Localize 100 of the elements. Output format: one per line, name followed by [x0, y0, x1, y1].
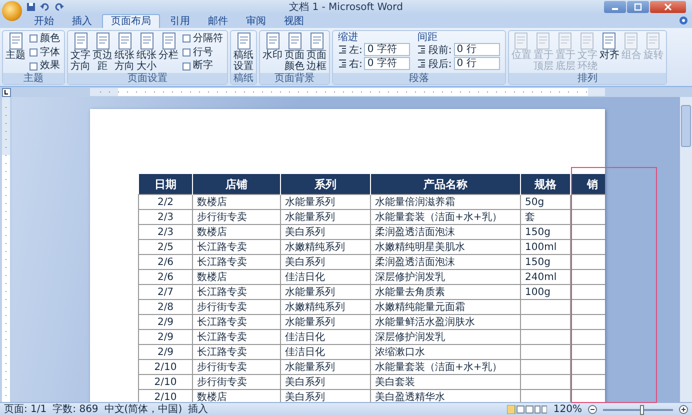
table-cell: 2/8 — [157, 302, 174, 313]
table-cell: 浓缩漱口水 — [375, 347, 425, 358]
field-label: 段后: — [428, 58, 452, 71]
zoom-in-icon[interactable] — [679, 405, 688, 414]
table-cell: 柔润盈透洁面泡沫 — [375, 257, 455, 268]
column-header: 日期 — [138, 174, 192, 195]
ribbon-tab[interactable]: 视图 — [276, 14, 312, 28]
ribbon-tab[interactable]: 页面布局 — [102, 14, 160, 28]
group-label: 排列 — [508, 73, 666, 84]
ribbon-button[interactable]: 对齐 — [598, 32, 620, 74]
table-cell: 长江路专卖 — [197, 332, 247, 344]
table-cell: 长江路专卖 — [197, 317, 247, 328]
table-cell: 美白系列 — [285, 377, 325, 388]
ribbon-button[interactable]: 页面边框 — [306, 32, 327, 74]
table-cell: 柔润盈透洁面泡沫 — [375, 227, 455, 238]
close-icon — [664, 2, 672, 11]
section-label: 间距 — [417, 32, 438, 43]
tab-selector-icon[interactable] — [2, 88, 11, 97]
ribbon-tab[interactable]: 邮件 — [200, 14, 236, 28]
table-cell: 2/5 — [157, 242, 174, 253]
ribbon-button[interactable]: 效果 — [29, 60, 60, 72]
ribbon-button[interactable]: 页边距 — [92, 32, 113, 74]
group-label: 页面设置 — [68, 73, 227, 84]
ribbon-button[interactable]: 文字方向 — [70, 32, 91, 74]
table-cell: 深层修护润发乳 — [375, 332, 445, 344]
table-cell: 步行街专卖 — [197, 377, 247, 388]
table-cell: 深层修护润发乳 — [375, 272, 445, 284]
ribbon-tab[interactable]: 引用 — [162, 14, 198, 28]
scrollbar[interactable] — [680, 97, 692, 402]
table-cell: 100ml — [525, 242, 557, 253]
view-icons[interactable] — [507, 405, 548, 414]
table-cell: 240ml — [525, 272, 557, 283]
ribbon-button[interactable]: 主题 — [5, 32, 26, 74]
table-cell: 150g — [525, 256, 550, 268]
window-title: 文档 1 - Microsoft Word — [289, 0, 403, 14]
table-cell: 水能量系列 — [285, 317, 335, 328]
field-label: 左: — [349, 44, 362, 57]
field-label: 右: — [349, 58, 362, 71]
spin-field[interactable]: 0 行 — [454, 57, 500, 70]
table-cell: 2/10 — [154, 362, 177, 373]
table-cell: 套 — [525, 212, 535, 224]
ribbon-tab[interactable]: 插入 — [64, 14, 100, 28]
table-cell: 150g — [525, 226, 550, 238]
table-cell: 步行街专卖 — [197, 212, 247, 224]
table-cell: 2/6 — [157, 272, 174, 283]
table-cell: 100g — [525, 286, 550, 298]
close-button[interactable] — [650, 0, 686, 13]
zoom-level[interactable]: 120% — [553, 404, 582, 416]
maximize-button[interactable] — [627, 0, 649, 13]
ribbon-tab[interactable]: 审阅 — [238, 14, 274, 28]
table-cell: 水能量去角质素 — [375, 287, 445, 298]
minimize-button[interactable] — [604, 0, 626, 13]
column-header: 产品名称 — [370, 174, 520, 195]
status-text: 插入 — [188, 404, 208, 416]
table-cell: 数楼店 — [197, 197, 227, 208]
table-cell: 水嫩精纯系列 — [285, 302, 345, 314]
ribbon-button[interactable]: 分隔符 — [182, 32, 223, 45]
maximize-icon — [634, 2, 642, 11]
ribbon-button[interactable]: 稿纸设置 — [233, 32, 254, 74]
ribbon-button[interactable]: 字体 — [29, 46, 60, 59]
spin-field[interactable]: 0 字符 — [364, 57, 410, 70]
field-label: 段前: — [428, 44, 452, 57]
table-cell: 水嫩精纯明星美肌水 — [375, 242, 465, 254]
table-cell: 2/2 — [157, 196, 174, 208]
ribbon-button[interactable]: 分栏 — [158, 32, 179, 74]
table-cell: 2/9 — [157, 332, 174, 343]
column-header: 系列 — [280, 174, 370, 195]
slider-thumb[interactable] — [640, 404, 644, 415]
ribbon-button[interactable]: 行号 — [182, 46, 223, 59]
table-cell: 水能量系列 — [285, 212, 335, 224]
ribbon-button[interactable]: 水印 — [262, 32, 283, 74]
spin-field[interactable]: 0 字符 — [364, 43, 410, 56]
table-cell: 长江路专卖 — [197, 242, 247, 254]
table-cell: 步行街专卖 — [197, 302, 247, 314]
ribbon-button[interactable]: 断字 — [182, 60, 223, 72]
table-cell: 美白套装 — [375, 377, 415, 388]
table-cell: 数楼店 — [197, 392, 227, 402]
help-icon[interactable] — [679, 16, 688, 26]
ribbon-button[interactable]: 纸张方向 — [114, 32, 135, 74]
redo-icon[interactable] — [54, 2, 64, 12]
table-cell: 数楼店 — [197, 272, 227, 284]
ribbon-button[interactable]: 纸张大小 — [136, 32, 157, 74]
ribbon-button[interactable]: 页面颜色 — [284, 32, 305, 74]
table-cell: 水能量系列 — [285, 362, 335, 374]
status-text: 页面: 1/1 — [4, 404, 47, 416]
indent-icon — [338, 59, 347, 68]
ribbon-tab[interactable]: 开始 — [26, 14, 62, 28]
section-label: 缩进 — [338, 32, 359, 43]
ribbon-button[interactable]: 颜色 — [29, 32, 60, 45]
indent-icon — [417, 59, 426, 68]
save-icon[interactable] — [26, 2, 36, 12]
indent-icon — [338, 45, 347, 54]
group-label: 页面背景 — [260, 73, 329, 84]
table-cell: 水能量系列 — [285, 287, 335, 298]
zoom-out-icon[interactable] — [588, 405, 597, 414]
undo-icon[interactable] — [40, 2, 50, 12]
table-cell: 美白系列 — [285, 227, 325, 238]
table-cell: 水嫩精纯系列 — [285, 242, 345, 254]
spin-field[interactable]: 0 行 — [454, 43, 500, 56]
table-cell: 2/7 — [157, 286, 174, 298]
